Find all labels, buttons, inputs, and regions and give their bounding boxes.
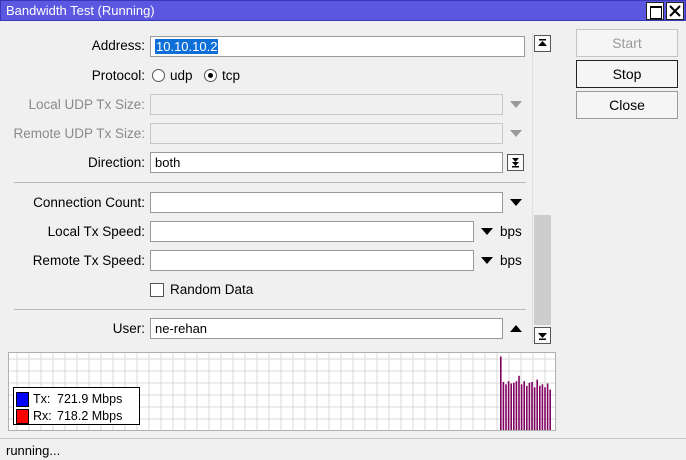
maximize-icon[interactable] bbox=[646, 2, 664, 20]
random-data-checkbox[interactable] bbox=[150, 283, 164, 297]
protocol-tcp-radio[interactable] bbox=[204, 69, 217, 82]
status-bar: running... bbox=[0, 438, 686, 460]
close-icon[interactable] bbox=[666, 2, 684, 20]
traffic-bar bbox=[546, 383, 549, 430]
connection-count-input[interactable] bbox=[150, 192, 503, 213]
status-text: running... bbox=[6, 443, 61, 458]
stop-button[interactable]: Stop bbox=[576, 60, 678, 88]
scroll-down-icon[interactable] bbox=[534, 327, 551, 344]
user-input[interactable]: ne-rehan bbox=[150, 318, 503, 339]
legend-rx: Rx: 718.2 Mbps bbox=[16, 408, 122, 424]
window-titlebar: Bandwidth Test (Running) bbox=[0, 0, 686, 21]
traffic-bar bbox=[531, 381, 533, 430]
section-divider bbox=[14, 309, 526, 310]
traffic-bar bbox=[500, 356, 502, 430]
direction-dropdown-icon[interactable] bbox=[507, 154, 524, 171]
user-collapse-icon[interactable] bbox=[510, 325, 522, 332]
graph-legend: Tx: 721.9 Mbps Rx: 718.2 Mbps bbox=[13, 387, 140, 425]
local-tx-speed-label: Local Tx Speed: bbox=[47, 224, 145, 239]
traffic-bar bbox=[505, 384, 507, 430]
legend-tx-swatch bbox=[16, 391, 29, 407]
close-button[interactable]: Close bbox=[576, 91, 678, 119]
user-label: User: bbox=[112, 321, 145, 336]
traffic-bar bbox=[528, 382, 531, 430]
traffic-bar bbox=[523, 381, 525, 430]
scroll-thumb[interactable] bbox=[534, 215, 551, 325]
local-tx-speed-unit: bps bbox=[500, 224, 522, 239]
window-title: Bandwidth Test (Running) bbox=[6, 3, 155, 18]
traffic-bar bbox=[518, 375, 520, 430]
protocol-udp-radio[interactable] bbox=[152, 69, 165, 82]
protocol-udp-label: udp bbox=[170, 68, 193, 83]
connection-count-dropdown-icon[interactable] bbox=[510, 199, 522, 206]
bandwidth-graph: Tx: 721.9 Mbps Rx: 718.2 Mbps bbox=[8, 352, 556, 431]
traffic-bar bbox=[515, 381, 518, 430]
remote-udp-tx-size-label: Remote UDP Tx Size: bbox=[13, 126, 145, 141]
legend-tx-value: 721.9 Mbps bbox=[57, 392, 123, 406]
legend-tx: Tx: 721.9 Mbps bbox=[16, 391, 122, 407]
protocol-tcp-label: tcp bbox=[222, 68, 241, 83]
local-udp-tx-size-label: Local UDP Tx Size: bbox=[28, 97, 145, 112]
legend-tx-name: Tx: bbox=[33, 392, 51, 406]
local-tx-speed-dropdown-icon[interactable] bbox=[481, 228, 493, 235]
traffic-bar bbox=[507, 381, 510, 430]
remote-tx-speed-dropdown-icon[interactable] bbox=[481, 257, 493, 264]
remote-udp-tx-size-input[interactable] bbox=[150, 123, 503, 144]
legend-rx-swatch bbox=[16, 408, 29, 424]
traffic-bar bbox=[544, 387, 546, 430]
random-data-label: Random Data bbox=[170, 282, 254, 297]
protocol-label: Protocol: bbox=[91, 68, 145, 83]
traffic-bar bbox=[536, 379, 538, 430]
remote-tx-speed-input[interactable] bbox=[150, 250, 474, 271]
traffic-bar bbox=[526, 385, 528, 430]
traffic-bar bbox=[520, 384, 523, 430]
traffic-bar bbox=[513, 382, 515, 430]
traffic-bar bbox=[502, 381, 505, 430]
direction-label: Direction: bbox=[87, 155, 145, 170]
traffic-bar bbox=[510, 383, 512, 430]
remote-tx-speed-unit: bps bbox=[500, 253, 522, 268]
traffic-bar bbox=[549, 389, 551, 430]
legend-rx-name: Rx: bbox=[33, 409, 52, 423]
start-button[interactable]: Start bbox=[576, 29, 678, 57]
address-value: 10.10.10.2 bbox=[155, 39, 219, 54]
section-divider bbox=[14, 182, 526, 183]
traffic-bar bbox=[533, 387, 536, 430]
form-scrollbar[interactable] bbox=[532, 33, 551, 345]
traffic-bar bbox=[539, 385, 541, 430]
local-tx-speed-input[interactable] bbox=[150, 221, 474, 242]
direction-value: both bbox=[155, 155, 181, 170]
address-input[interactable]: 10.10.10.2 bbox=[150, 36, 525, 57]
direction-select[interactable]: both bbox=[150, 152, 503, 173]
connection-count-label: Connection Count: bbox=[33, 195, 145, 210]
traffic-bar bbox=[541, 384, 544, 430]
address-label: Address: bbox=[91, 38, 145, 53]
scroll-up-icon[interactable] bbox=[534, 35, 551, 52]
remote-tx-speed-label: Remote Tx Speed: bbox=[32, 253, 145, 268]
local-udp-tx-size-dropdown-icon[interactable] bbox=[510, 101, 522, 108]
user-value: ne-rehan bbox=[155, 321, 208, 336]
local-udp-tx-size-input[interactable] bbox=[150, 94, 503, 115]
remote-udp-tx-size-dropdown-icon[interactable] bbox=[510, 130, 522, 137]
legend-rx-value: 718.2 Mbps bbox=[57, 409, 123, 423]
bandwidth-test-form: Address: 10.10.10.2 Protocol: udp tcp Lo… bbox=[0, 21, 534, 346]
